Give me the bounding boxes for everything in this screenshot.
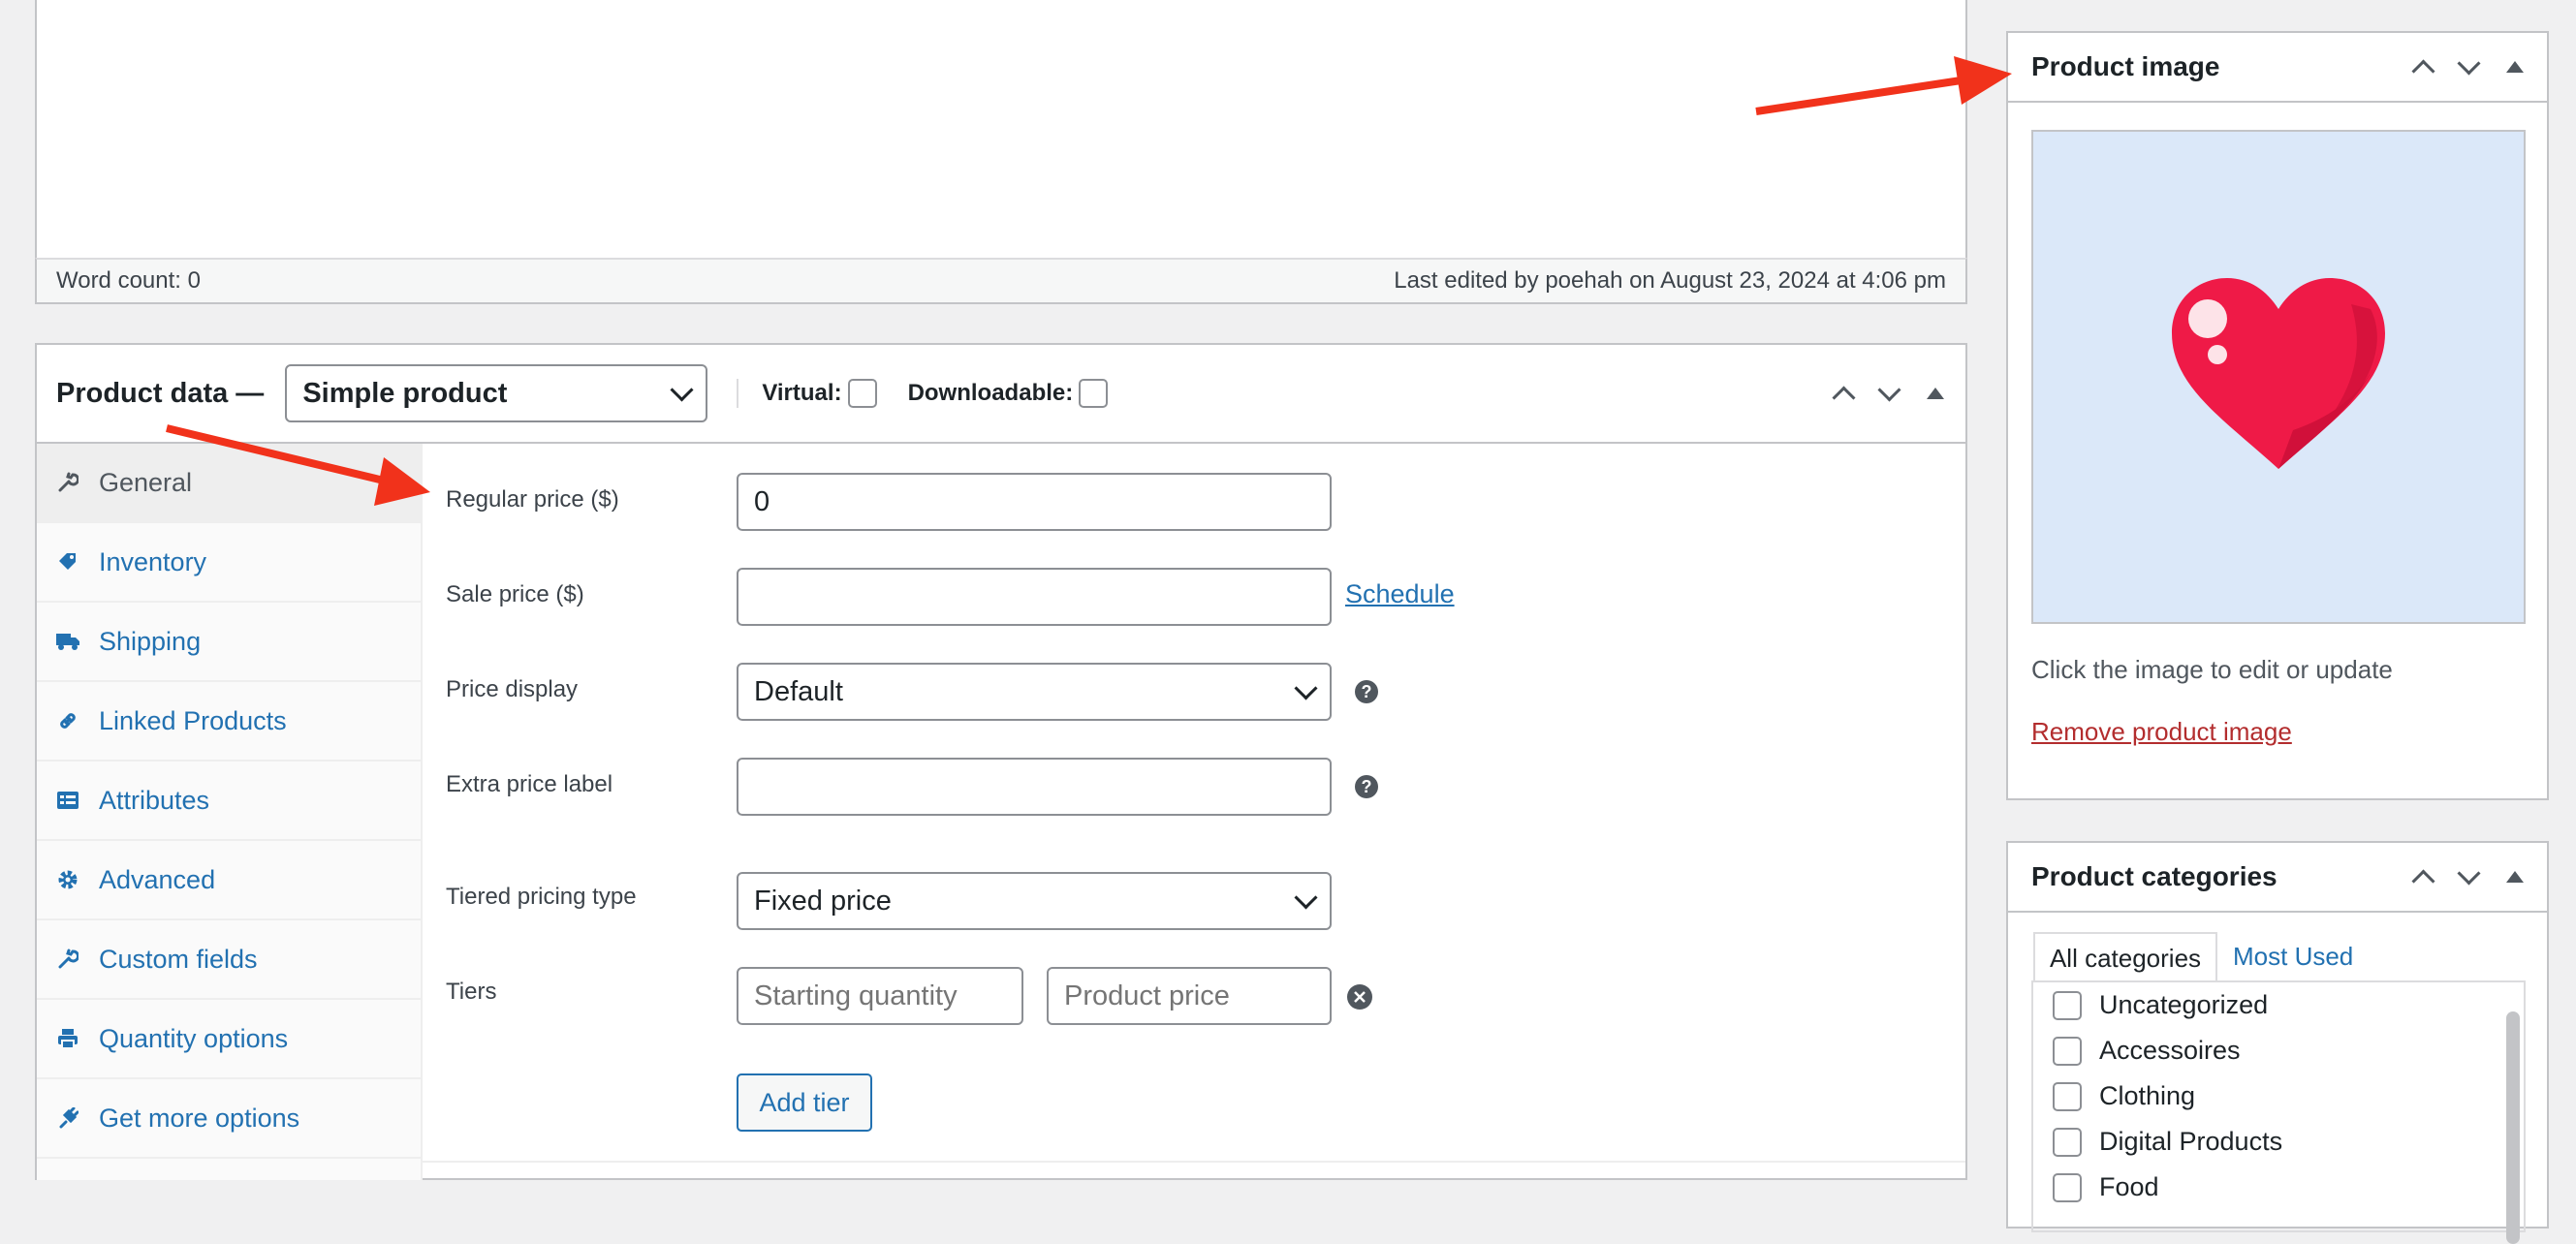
arrow-to-product-image xyxy=(1755,56,2012,115)
arrow-to-regular-price xyxy=(166,424,430,506)
annotation-arrows xyxy=(166,56,2012,506)
